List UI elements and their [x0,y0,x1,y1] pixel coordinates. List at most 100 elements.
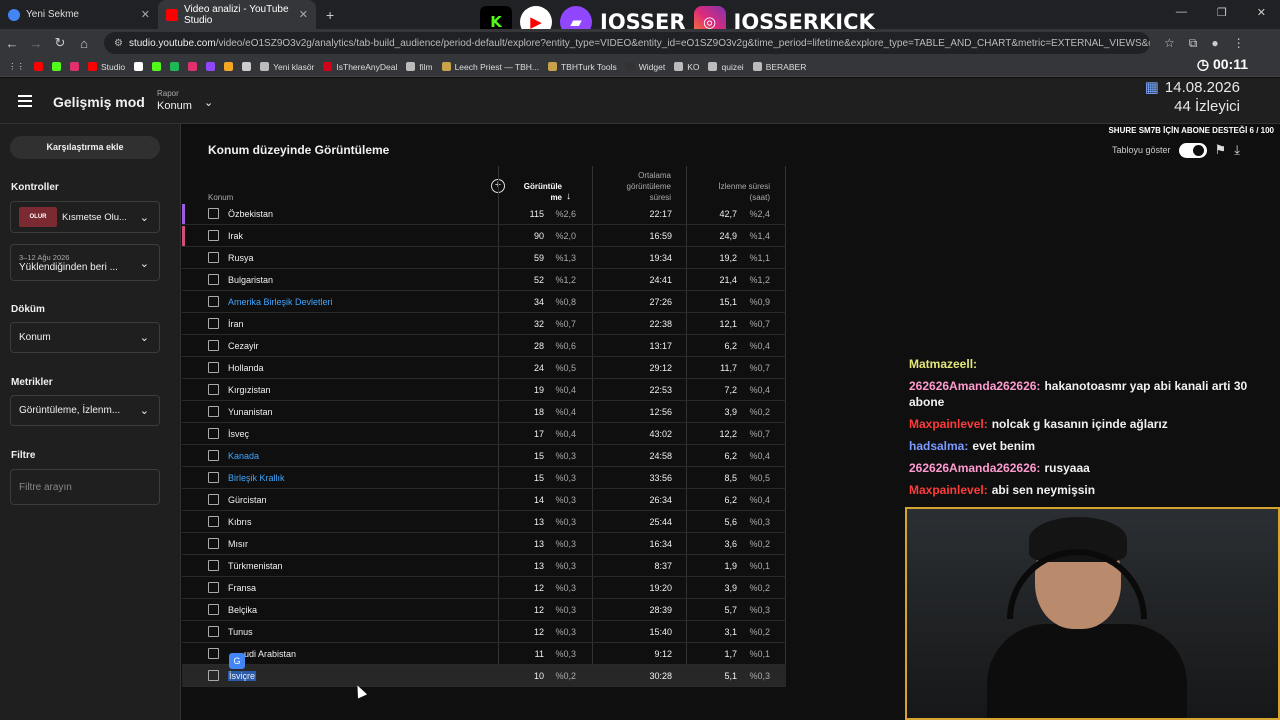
filter-input[interactable]: Filtre arayın [10,469,160,505]
row-checkbox[interactable] [208,384,219,395]
row-checkbox[interactable] [208,428,219,439]
row-checkbox[interactable] [208,406,219,417]
table-row[interactable]: Türkmenistan 13 %0,3 8:37 1,9 %0,1 [182,555,786,577]
bookmark-item[interactable] [34,62,43,71]
row-checkbox[interactable] [208,296,219,307]
table-row[interactable]: Kanada 15 %0,3 24:58 6,2 %0,4 [182,445,786,467]
table-row[interactable]: İran 32 %0,7 22:38 12,1 %0,7 [182,313,786,335]
col-watch-time[interactable]: İzlenme süresi (saat) [705,181,770,203]
row-checkbox[interactable] [208,230,219,241]
bookmark-item[interactable]: Yeni klasör [260,62,314,72]
table-row[interactable]: Yunanistan 18 %0,4 12:56 3,9 %0,2 [182,401,786,423]
location-cell[interactable]: Amerika Birleşik Devletleri [228,297,488,307]
home-icon[interactable]: ⌂ [72,36,96,51]
table-row[interactable]: İsveç 17 %0,4 43:02 12,2 %0,7 [182,423,786,445]
bookmark-item[interactable] [242,62,252,71]
col-avg-duration[interactable]: Ortalama görüntüleme süresi [615,170,671,203]
table-row[interactable]: Rusya 59 %1,3 19:34 19,2 %1,1 [182,247,786,269]
row-checkbox[interactable] [208,516,219,527]
col-views[interactable]: Görüntüle me [520,181,562,203]
row-checkbox[interactable] [208,274,219,285]
maximize-button[interactable]: ❐ [1217,6,1227,19]
bookmark-item[interactable]: KO [674,62,699,72]
row-checkbox[interactable] [208,450,219,461]
row-checkbox[interactable] [208,538,219,549]
bookmark-item[interactable] [224,62,234,71]
table-row[interactable]: İsviçre 10 %0,2 30:28 5,1 %0,3 [182,665,786,687]
video-select[interactable]: OLUR Kısmetse Olu... ⌄ [10,201,160,233]
bookmark-item[interactable]: Leech Priest — TBH... [441,62,539,72]
profile-icon[interactable]: ● [1211,36,1218,51]
row-checkbox[interactable] [208,208,219,219]
row-checkbox[interactable] [208,362,219,373]
table-row[interactable]: Özbekistan 115 %2,6 22:17 42,7 %2,4 [182,203,786,225]
bookmark-item[interactable] [134,62,144,71]
row-checkbox[interactable] [208,252,219,263]
close-window-button[interactable]: ✕ [1257,6,1266,19]
reload-icon[interactable]: ↻ [48,35,72,51]
table-row[interactable]: Cezayir 28 %0,6 13:17 6,2 %0,4 [182,335,786,357]
table-row[interactable]: Hollanda 24 %0,5 29:12 11,7 %0,7 [182,357,786,379]
back-icon[interactable]: ← [0,36,24,51]
table-row[interactable]: Mısır 13 %0,3 16:34 3,6 %0,2 [182,533,786,555]
table-row[interactable]: Birleşik Krallık 15 %0,3 33:56 8,5 %0,5 [182,467,786,489]
row-checkbox[interactable] [208,582,219,593]
bookmark-item[interactable]: film [406,62,433,72]
metrics-select[interactable]: Görüntüleme, İzlenm... ⌄ [10,395,160,426]
col-location[interactable]: Konum [208,192,233,203]
row-checkbox[interactable] [208,340,219,351]
bookmark-item[interactable] [188,62,198,71]
star-icon[interactable]: ☆ [1164,36,1175,51]
bookmark-item[interactable]: Studio [88,62,125,72]
location-cell[interactable]: Kanada [228,451,488,461]
bookmark-item[interactable] [152,62,162,71]
table-row[interactable]: Belçika 12 %0,3 28:39 5,7 %0,3 [182,599,786,621]
minimize-button[interactable]: — [1176,6,1187,19]
table-row[interactable]: Kıbrıs 13 %0,3 25:44 5,6 %0,3 [182,511,786,533]
location-cell[interactable]: Birleşik Krallık [228,473,488,483]
bookmark-item[interactable]: Widget [625,62,665,72]
tab-studio[interactable]: Video analizi - YouTube Studio ✕ [158,0,316,29]
sort-arrow-icon[interactable]: ↓ [566,191,571,202]
report-select[interactable]: Konum [157,100,192,112]
bookmark-item[interactable]: IsThereAnyDeal [323,62,397,72]
bookmark-item[interactable] [206,62,216,71]
chevron-down-icon[interactable]: ⌄ [204,96,213,109]
table-row[interactable]: Tunus 12 %0,3 15:40 3,1 %0,2 [182,621,786,643]
breakdown-select[interactable]: Konum ⌄ [10,322,160,353]
translate-icon[interactable]: G [229,653,245,669]
table-row[interactable]: Amerika Birleşik Devletleri 34 %0,8 27:26 15… [182,291,786,313]
bookmark-item[interactable] [52,62,61,71]
extensions-icon[interactable]: ⧉ [1189,36,1198,51]
tab-new[interactable]: Yeni Sekme ✕ [0,0,158,29]
bookmark-icon[interactable]: ⚑ [1215,142,1227,158]
table-row[interactable]: Irak 90 %2,0 16:59 24,9 %1,4 [182,225,786,247]
table-row[interactable]: Fransa 12 %0,3 19:20 3,9 %0,2 [182,577,786,599]
forward-icon[interactable]: → [24,36,48,51]
date-range-select[interactable]: 3–12 Ağu 2026 Yüklendiğinden beri ... ⌄ [10,244,160,281]
row-checkbox[interactable] [208,318,219,329]
menu-icon[interactable] [18,95,32,107]
site-info-icon[interactable]: ⚙ [114,38,123,49]
bookmark-item[interactable]: BERABER [752,62,806,72]
row-checkbox[interactable] [208,604,219,615]
row-checkbox[interactable] [208,472,219,483]
close-icon[interactable]: ✕ [299,8,308,21]
bookmark-item[interactable]: quizei [708,62,744,72]
row-checkbox[interactable] [208,560,219,571]
download-icon[interactable]: ⤓ [1234,142,1240,158]
table-row[interactable]: udi Arabistan 11 %0,3 9:12 1,7 %0,1 [182,643,786,665]
close-icon[interactable]: ✕ [141,8,150,21]
new-tab-button[interactable]: + [326,7,334,23]
table-row[interactable]: Kırgızistan 19 %0,4 22:53 7,2 %0,4 [182,379,786,401]
row-checkbox[interactable] [208,648,219,659]
apps-icon[interactable]: ⋮⋮ [8,61,25,72]
row-checkbox[interactable] [208,670,219,681]
bookmark-item[interactable] [70,62,79,71]
bookmark-item[interactable] [170,62,180,71]
bookmark-item[interactable]: TBHTurk Tools [547,62,617,72]
show-table-toggle[interactable] [1178,142,1207,158]
url-field[interactable]: ⚙ studio.youtube.com /video/eO1SZ9O3v2g/… [104,32,1150,54]
row-checkbox[interactable] [208,494,219,505]
row-checkbox[interactable] [208,626,219,637]
